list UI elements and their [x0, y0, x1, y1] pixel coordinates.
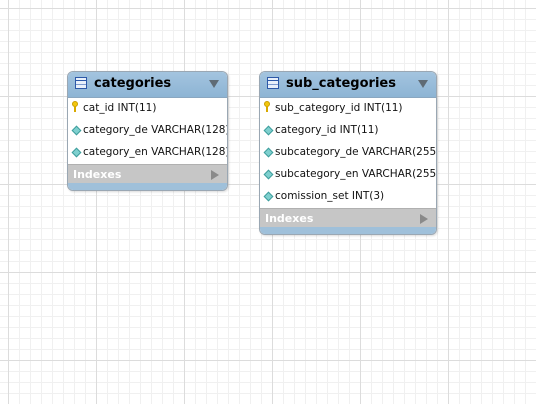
table-column[interactable]: category_en VARCHAR(128)	[68, 142, 227, 164]
collapse-arrow-icon[interactable]	[209, 80, 219, 88]
column-label: subcategory_de VARCHAR(255)	[275, 146, 437, 158]
table-column[interactable]: subcategory_en VARCHAR(255)	[260, 164, 436, 186]
column-label: comission_set INT(3)	[275, 190, 385, 202]
table-column[interactable]: cat_id INT(11)	[68, 98, 227, 120]
primary-key-icon	[264, 101, 270, 112]
column-diamond-icon	[71, 147, 82, 158]
column-diamond-icon	[263, 147, 274, 158]
table-footer	[260, 227, 436, 234]
expand-arrow-icon[interactable]	[420, 214, 428, 224]
indexes-section[interactable]: Indexes	[260, 208, 436, 229]
column-label: subcategory_en VARCHAR(255)	[275, 168, 437, 180]
indexes-label: Indexes	[265, 212, 314, 225]
table-icon	[267, 77, 279, 89]
column-label: category_id INT(11)	[275, 124, 379, 136]
table-title: sub_categories	[286, 76, 396, 91]
table-title: categories	[94, 76, 172, 91]
table-header[interactable]: sub_categories	[260, 72, 436, 98]
column-label: category_de VARCHAR(128)	[83, 124, 228, 136]
table-column[interactable]: sub_category_id INT(11)	[260, 98, 436, 120]
column-label: sub_category_id INT(11)	[275, 102, 403, 114]
table-icon	[75, 77, 87, 89]
expand-arrow-icon[interactable]	[211, 170, 219, 180]
column-diamond-icon	[263, 125, 274, 136]
column-label: category_en VARCHAR(128)	[83, 146, 228, 158]
column-diamond-icon	[263, 169, 274, 180]
collapse-arrow-icon[interactable]	[418, 80, 428, 88]
table-column[interactable]: comission_set INT(3)	[260, 186, 436, 208]
indexes-label: Indexes	[73, 168, 122, 181]
indexes-section[interactable]: Indexes	[68, 164, 227, 185]
table-column[interactable]: category_id INT(11)	[260, 120, 436, 142]
column-diamond-icon	[263, 191, 274, 202]
table-categories[interactable]: categories cat_id INT(11) category_de VA…	[67, 71, 228, 191]
table-column[interactable]: subcategory_de VARCHAR(255)	[260, 142, 436, 164]
table-footer	[68, 183, 227, 190]
table-header[interactable]: categories	[68, 72, 227, 98]
column-diamond-icon	[71, 125, 82, 136]
table-column[interactable]: category_de VARCHAR(128)	[68, 120, 227, 142]
column-label: cat_id INT(11)	[83, 102, 157, 114]
primary-key-icon	[72, 101, 78, 112]
table-sub-categories[interactable]: sub_categories sub_category_id INT(11) c…	[259, 71, 437, 235]
